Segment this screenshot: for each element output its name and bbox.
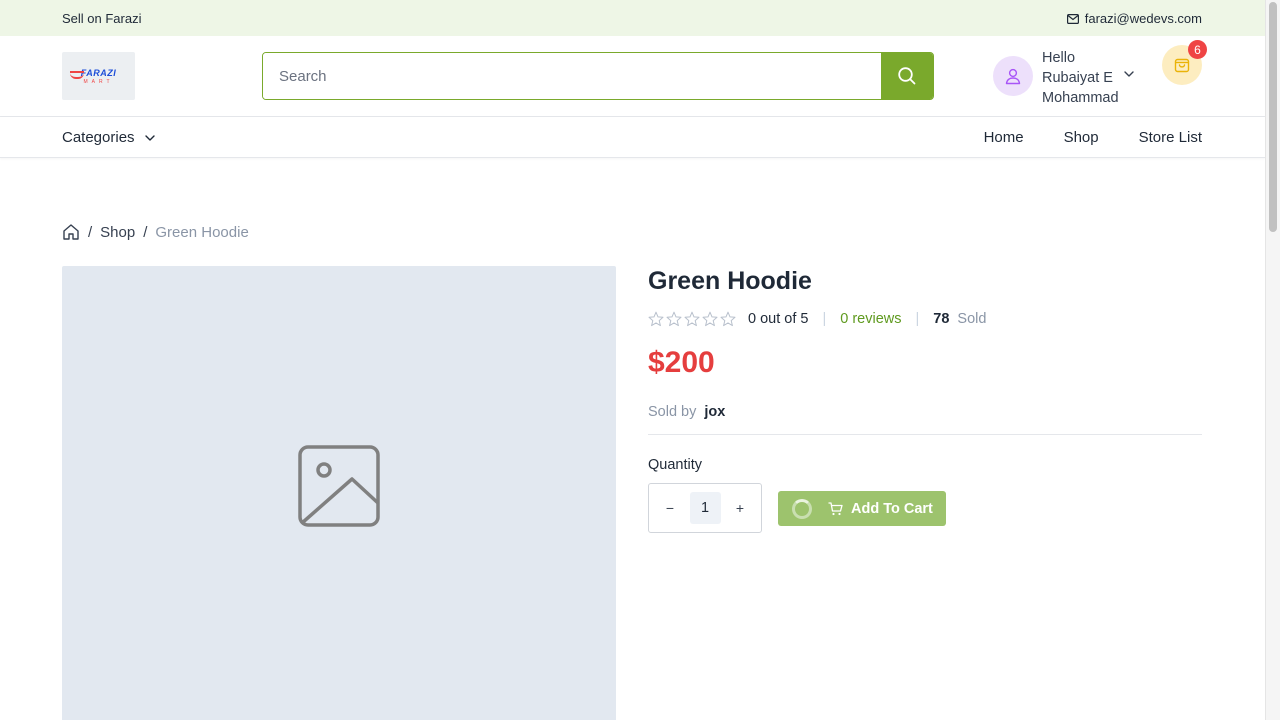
categories-menu[interactable]: Categories <box>62 129 155 146</box>
user-name: Rubaiyat E Mohammad <box>1042 70 1119 106</box>
image-placeholder-icon <box>298 445 380 527</box>
product-price: $200 <box>648 346 715 379</box>
cart-icon <box>828 501 843 516</box>
search-bar <box>262 52 934 100</box>
nav-link-store-list[interactable]: Store List <box>1139 129 1202 146</box>
breadcrumb-current: Green Hoodie <box>155 223 249 241</box>
quantity-input[interactable]: 1 <box>689 492 721 524</box>
logo-subtext: MART <box>83 78 114 85</box>
product-title: Green Hoodie <box>648 267 812 295</box>
breadcrumb-separator: / <box>88 223 93 241</box>
search-icon <box>898 67 916 85</box>
product-rating: 0 out of 5 | 0 reviews | 78 Sold <box>648 311 986 327</box>
rating-text: 0 out of 5 <box>748 311 809 327</box>
mail-icon <box>1066 13 1079 24</box>
top-bar: Sell on Farazi farazi@wedevs.com <box>0 0 1265 36</box>
cart-count-badge: 6 <box>1188 40 1207 59</box>
quantity-label: Quantity <box>648 457 702 473</box>
user-icon <box>1005 68 1021 85</box>
breadcrumb-separator: / <box>143 223 148 241</box>
star-icon <box>684 311 700 327</box>
sold-by: Sold by jox <box>648 404 725 420</box>
decrease-button[interactable]: − <box>659 500 681 516</box>
add-to-cart-label: Add To Cart <box>851 500 933 517</box>
contact-email[interactable]: farazi@wedevs.com <box>1066 11 1202 26</box>
divider: | <box>915 311 920 327</box>
sold-label: Sold <box>957 311 987 327</box>
search-button[interactable] <box>881 53 933 99</box>
user-greeting: Hello Rubaiyat E Mohammad <box>1042 48 1119 108</box>
greeting-text: Hello <box>1042 50 1076 66</box>
nav-bar: Categories Home Shop Store List <box>0 117 1265 158</box>
sell-link[interactable]: Sell on Farazi <box>62 11 141 26</box>
sold-by-label: Sold by <box>648 404 697 420</box>
star-icon <box>720 311 736 327</box>
cart-button[interactable]: 6 <box>1162 40 1207 85</box>
product-image[interactable] <box>62 266 616 720</box>
page: Sell on Farazi farazi@wedevs.com FARAZI … <box>0 0 1280 720</box>
star-icon <box>702 311 718 327</box>
loading-spinner-icon <box>792 498 812 519</box>
sold-count: 78 <box>933 311 950 327</box>
vendor-link[interactable]: jox <box>704 404 725 420</box>
home-icon[interactable] <box>62 223 80 241</box>
scrollbar[interactable] <box>1265 0 1280 720</box>
avatar <box>993 56 1033 96</box>
star-rating <box>648 311 736 327</box>
categories-label: Categories <box>62 129 135 146</box>
header: FARAZI MART Hello Rubaiyat E Mohammad 6 <box>0 36 1265 117</box>
star-icon <box>666 311 682 327</box>
nav-link-shop[interactable]: Shop <box>1064 129 1099 146</box>
nav-links: Home Shop Store List <box>984 129 1202 146</box>
reviews-link[interactable]: 0 reviews <box>840 311 901 327</box>
logo[interactable]: FARAZI MART <box>62 52 135 100</box>
increase-button[interactable]: + <box>729 500 751 516</box>
chevron-down-icon <box>1124 71 1134 77</box>
divider: | <box>822 311 827 327</box>
email-text: farazi@wedevs.com <box>1084 11 1202 26</box>
section-divider <box>648 434 1202 435</box>
logo-mark-icon <box>70 71 84 79</box>
shopping-bag-icon <box>1174 58 1190 73</box>
quantity-stepper: − 1 + <box>648 483 762 533</box>
logo-text: FARAZI <box>80 67 117 78</box>
chevron-down-icon <box>144 134 155 141</box>
star-icon <box>648 311 664 327</box>
search-input[interactable] <box>263 53 881 99</box>
nav-link-home[interactable]: Home <box>984 129 1024 146</box>
user-menu[interactable]: Hello Rubaiyat E Mohammad <box>993 48 1134 108</box>
breadcrumb: / Shop / Green Hoodie <box>62 223 249 241</box>
add-to-cart-button[interactable]: Add To Cart <box>778 491 946 526</box>
scrollbar-thumb[interactable] <box>1269 2 1277 232</box>
breadcrumb-shop[interactable]: Shop <box>100 224 135 241</box>
